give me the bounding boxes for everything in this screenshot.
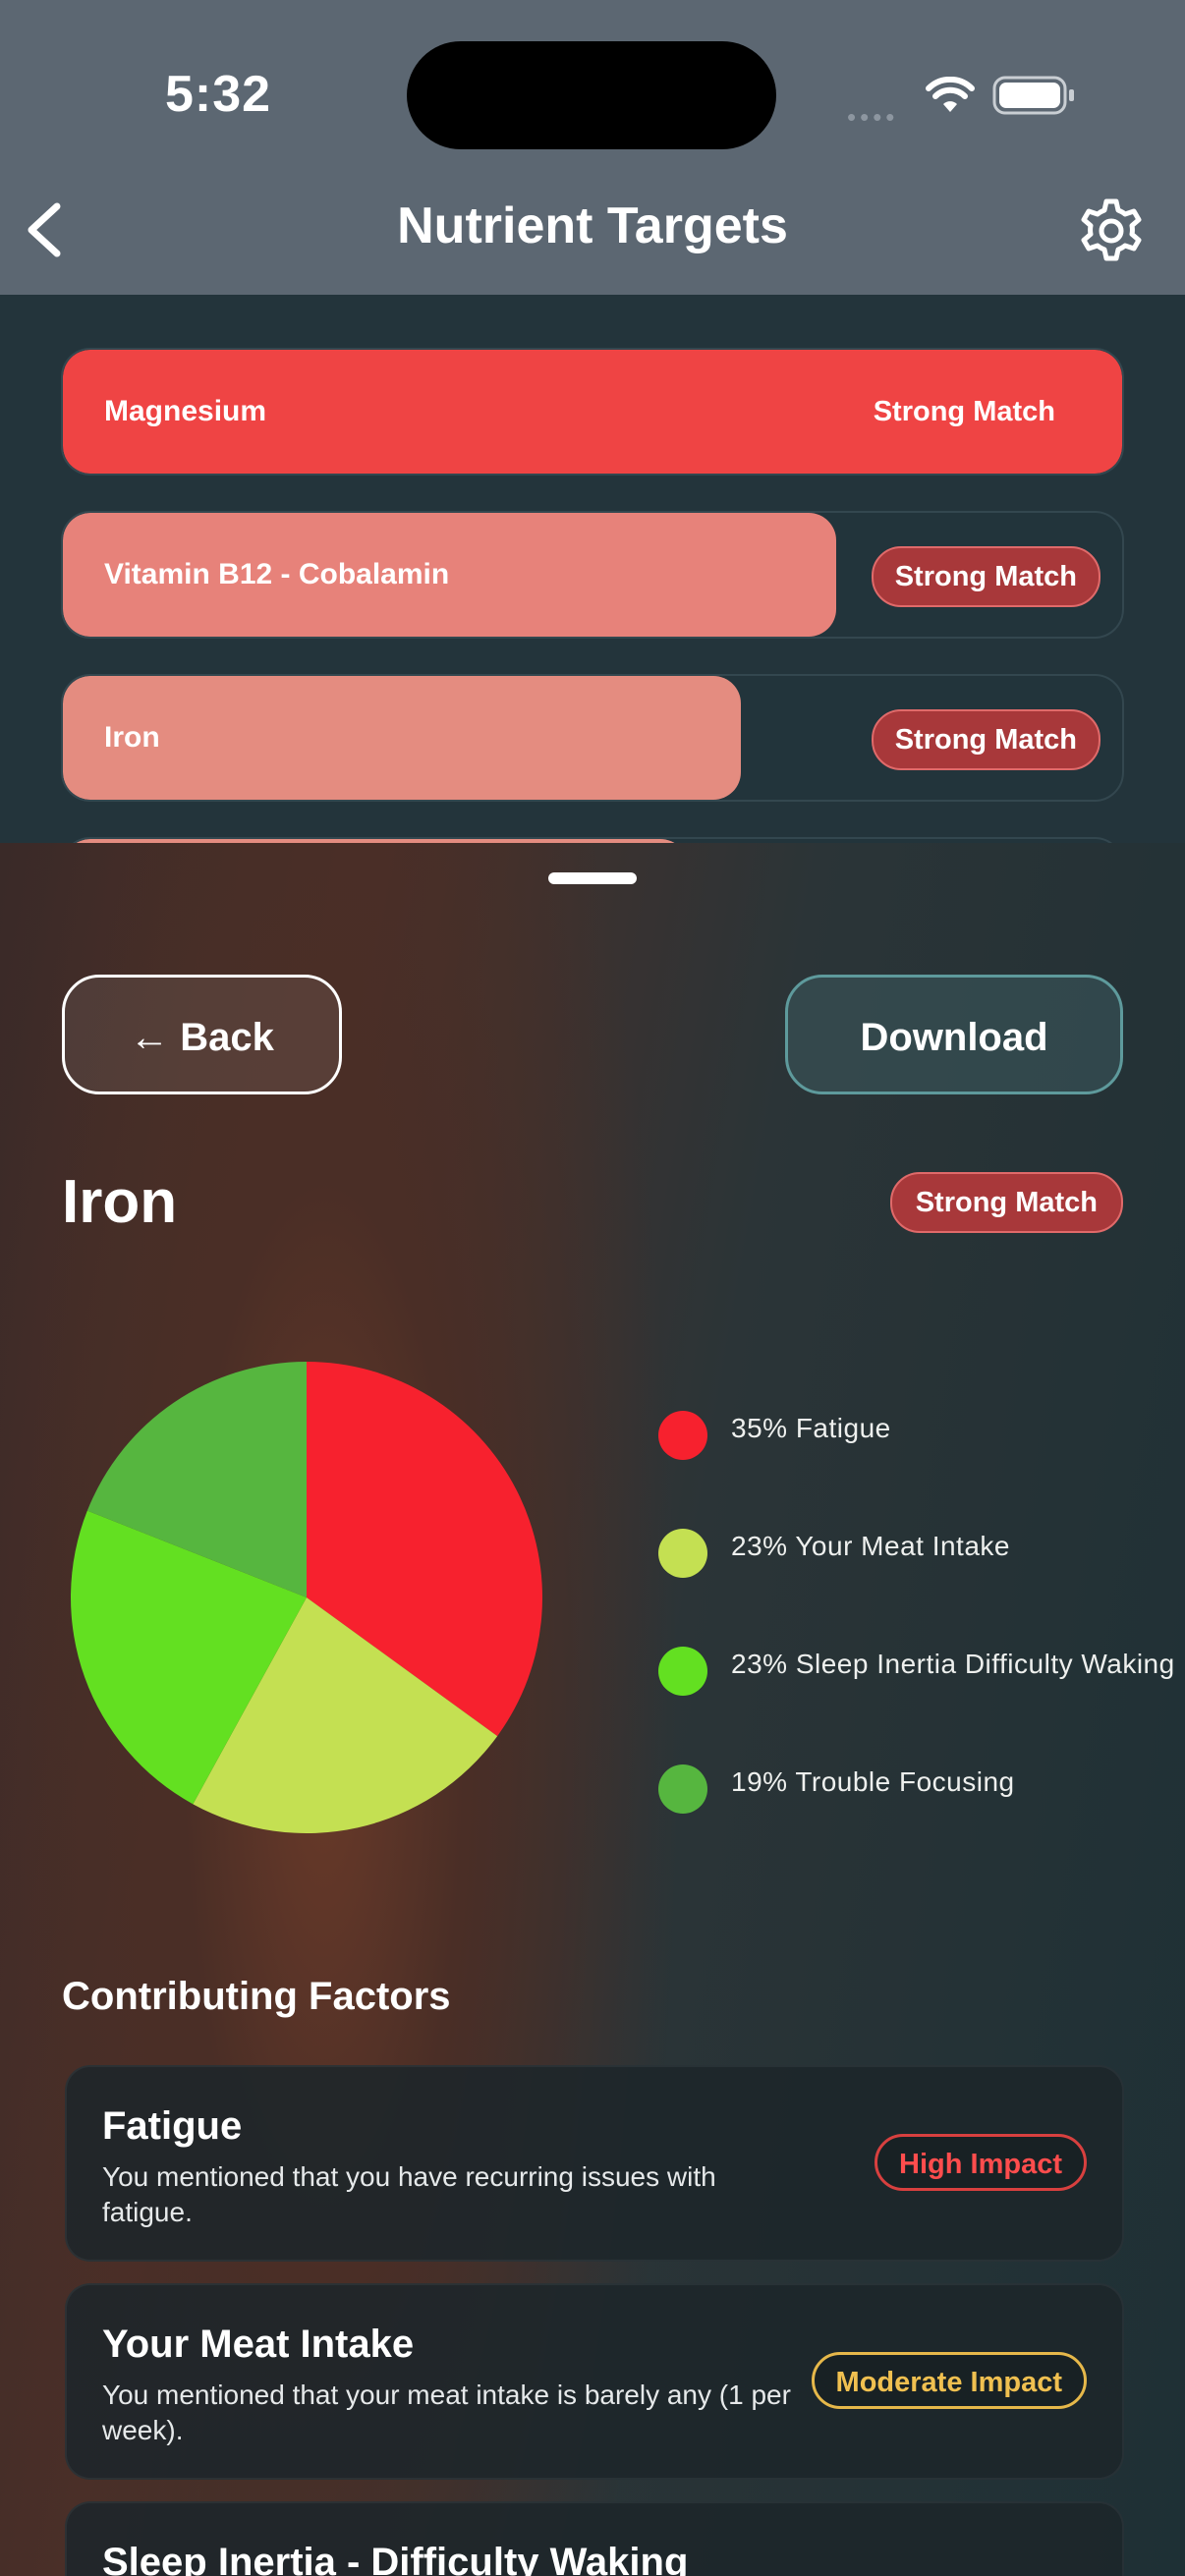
match-badge: Strong Match <box>871 546 1100 607</box>
legend-item: 35% Fatigue <box>658 1393 1185 1511</box>
legend-swatch <box>658 1529 707 1578</box>
legend-swatch <box>658 1764 707 1814</box>
nutrient-row-iron[interactable]: Iron Strong Match <box>61 674 1124 802</box>
cellular-signal-icon: •••• <box>847 102 899 132</box>
nutrient-label: Vitamin B12 - Cobalamin <box>104 558 450 590</box>
nutrient-label: Iron <box>104 721 160 754</box>
legend-swatch <box>658 1411 707 1460</box>
legend-label: 23% Your Meat Intake <box>731 1531 1010 1561</box>
match-badge: Strong Match <box>873 396 1055 427</box>
status-icons: •••• <box>847 71 1083 132</box>
nutrient-row-magnesium[interactable]: Magnesium Strong Match <box>61 348 1124 476</box>
factor-card-fatigue[interactable]: Fatigue You mentioned that you have recu… <box>65 2065 1124 2262</box>
legend-item: 23% Your Meat Intake <box>658 1511 1185 1629</box>
dynamic-island <box>407 41 776 149</box>
legend-label: 19% Trouble Focusing <box>731 1766 1015 1797</box>
factor-description: You mentioned that your meat intake is b… <box>102 2380 791 2445</box>
legend-item: 19% Trouble Focusing <box>658 1747 1185 1865</box>
nutrient-detail-sheet: ← Back Download Iron Strong Match 35% Fa… <box>0 843 1185 2576</box>
factor-title: Fatigue <box>102 2104 243 2148</box>
wifi-icon <box>926 77 975 112</box>
sheet-grabber[interactable] <box>548 872 637 884</box>
match-bar <box>63 676 741 800</box>
download-button[interactable]: Download <box>785 975 1123 1094</box>
status-time: 5:32 <box>165 66 272 123</box>
factor-title: Sleep Inertia - Difficulty Waking <box>102 2541 689 2576</box>
nutrient-label: Magnesium <box>104 395 267 427</box>
section-title: Contributing Factors <box>62 1975 451 2018</box>
legend-item: 23% Sleep Inertia Difficulty Waking <box>658 1629 1185 1747</box>
nutrient-targets-screen: 5:32 •••• Nutrient Targets Magnesium Str… <box>0 0 1185 965</box>
page-title: Nutrient Targets <box>397 197 788 254</box>
factor-title: Your Meat Intake <box>102 2323 415 2366</box>
pie-chart <box>71 1362 542 1833</box>
impact-badge: High Impact <box>875 2134 1087 2191</box>
legend-label: 35% Fatigue <box>731 1413 891 1443</box>
gear-icon[interactable] <box>1077 196 1146 265</box>
factor-card-sleep-inertia[interactable]: Sleep Inertia - Difficulty Waking <box>65 2501 1124 2576</box>
impact-badge: Moderate Impact <box>811 2352 1087 2409</box>
legend-swatch <box>658 1647 707 1696</box>
match-badge: Strong Match <box>889 1172 1123 1233</box>
nutrient-title: Iron <box>62 1168 178 1236</box>
battery-icon <box>992 76 1074 115</box>
factor-card-meat-intake[interactable]: Your Meat Intake You mentioned that your… <box>65 2283 1124 2480</box>
factor-description: You mentioned that you have recurring is… <box>102 2161 716 2227</box>
header: 5:32 •••• Nutrient Targets <box>0 0 1185 295</box>
nutrient-row-vitamin-b12[interactable]: Vitamin B12 - Cobalamin Strong Match <box>61 511 1124 639</box>
match-badge: Strong Match <box>871 709 1100 770</box>
back-button[interactable]: ← Back <box>62 975 342 1094</box>
chart-legend: 35% Fatigue 23% Your Meat Intake 23% Sle… <box>658 1393 1185 1865</box>
legend-label: 23% Sleep Inertia Difficulty Waking <box>731 1649 1175 1679</box>
